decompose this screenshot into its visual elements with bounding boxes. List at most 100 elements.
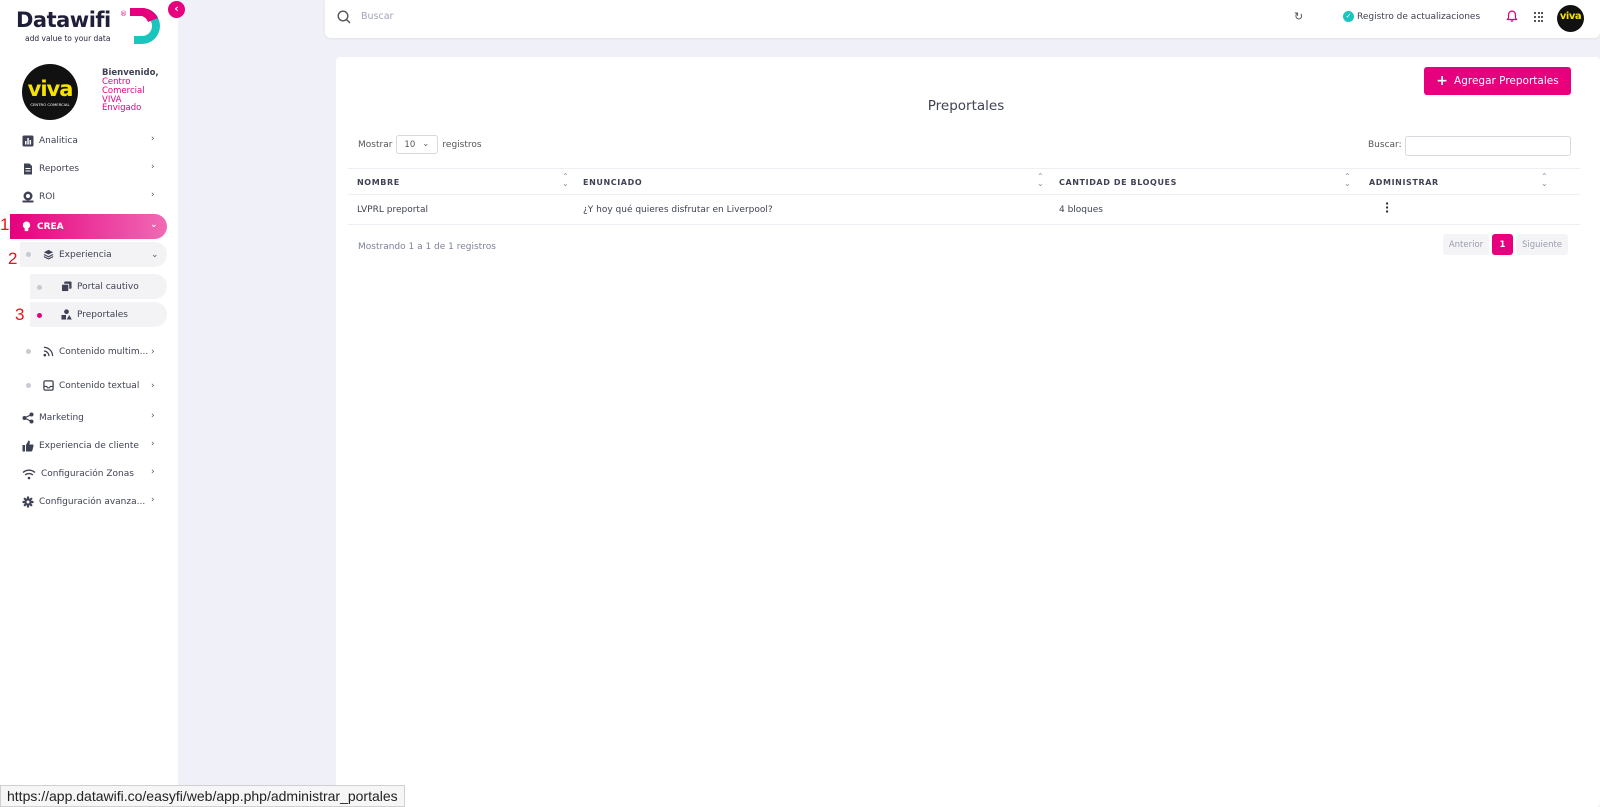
sidebar-item-configuracion-zonas[interactable]: Configuración Zonas	[22, 464, 134, 484]
chevron-right-icon: ›	[151, 467, 155, 477]
update-log-label: Registro de actualizaciones	[1357, 11, 1481, 22]
page-size-select[interactable]: 10 ⌄	[396, 135, 439, 154]
sidebar-item-marketing[interactable]: Marketing	[22, 408, 84, 428]
sidebar-item-label: Contenido textual	[59, 380, 140, 391]
browser-status-url: https://app.datawifi.co/easyfi/web/app.p…	[0, 785, 405, 807]
row-actions-kebab-icon[interactable]: · · ·	[1385, 198, 1389, 217]
bell-icon[interactable]	[1505, 9, 1519, 23]
cell-enunciado: ¿Y hoy qué quieres disfrutar en Liverpoo…	[583, 205, 773, 215]
cell-cantidad: 4 bloques	[1059, 205, 1103, 215]
bullet-dot	[26, 383, 31, 388]
sidebar-item-label: Marketing	[39, 413, 84, 423]
copy-icon	[61, 281, 72, 292]
page-title: Preportales	[927, 98, 1005, 114]
sidebar-item-experiencia[interactable]: Experiencia	[43, 249, 112, 260]
chevron-right-icon: ›	[151, 439, 155, 449]
user-avatar[interactable]: viva	[1557, 5, 1584, 32]
datawifi-logo[interactable]: Datawifi ® add value to your data	[16, 6, 166, 48]
sidebar-collapse-button[interactable]: ‹	[168, 1, 185, 18]
sort-icon[interactable]: ⌃ ⌄	[562, 173, 569, 188]
money-icon	[22, 191, 34, 203]
sidebar-item-label: Portal cautivo	[77, 281, 139, 292]
sidebar-item-label: CREA	[37, 221, 64, 232]
document-icon	[24, 163, 32, 175]
update-log-link[interactable]: ✓ Registro de actualizaciones	[1343, 11, 1480, 22]
avatar-logo-text: viva	[27, 77, 74, 101]
sidebar-item-label: Analitica	[39, 136, 78, 146]
brand-tagline: add value to your data	[25, 34, 111, 43]
sidebar-item-crea[interactable]: CREA ⌄	[10, 214, 167, 239]
layers-icon	[43, 249, 54, 260]
pagination-page-button[interactable]: 1	[1492, 234, 1513, 255]
share-icon	[22, 412, 34, 424]
sidebar-item-label: ROI	[39, 192, 55, 202]
sidebar-item-experiencia-cliente[interactable]: Experiencia de cliente	[22, 436, 139, 456]
column-header-nombre[interactable]: NOMBRE	[357, 178, 400, 187]
add-preportales-button[interactable]: + Agregar Preportales	[1424, 67, 1571, 95]
annotation-1: 1	[0, 215, 10, 234]
thumbs-up-icon	[22, 440, 34, 452]
pagination-prev-button[interactable]: Anterior	[1443, 234, 1489, 255]
sidebar-item-label: Preportales	[77, 309, 128, 320]
main-card: + Agregar Preportales Preportales Mostra…	[336, 57, 1600, 807]
table-search-input[interactable]	[1405, 136, 1571, 156]
profile-block: viva CENTRO COMERCIAL Bienvenido, Centro…	[22, 64, 172, 120]
sort-icon[interactable]: ⌃ ⌄	[1037, 173, 1044, 188]
page-size-value: 10	[404, 139, 416, 150]
chevron-right-icon: ›	[151, 190, 155, 200]
sidebar-item-label: Experiencia de cliente	[39, 441, 139, 451]
table-info: Mostrando 1 a 1 de 1 registros	[358, 242, 496, 252]
chevron-right-icon: ›	[151, 162, 155, 172]
topbar: Buscar ↻ ✓ Registro de actualizaciones v…	[325, 0, 1600, 38]
sidebar-item-roi[interactable]: ROI	[22, 187, 55, 207]
inbox-icon	[43, 380, 54, 391]
sidebar-item-contenido-multimedia[interactable]: Contenido multim...	[43, 346, 148, 357]
records-label: registros	[442, 139, 482, 150]
chevron-right-icon: ›	[151, 495, 155, 505]
chevron-right-icon: ›	[151, 134, 155, 144]
column-header-administrar[interactable]: ADMINISTRAR	[1369, 178, 1439, 187]
sidebar-item-portal-cautivo[interactable]: Portal cautivo	[61, 281, 139, 292]
apps-grid-icon[interactable]	[1534, 12, 1544, 22]
bullet-dot	[26, 349, 31, 354]
sidebar-item-label: Configuración avanza...	[39, 497, 146, 507]
sidebar-item-reportes[interactable]: Reportes	[22, 159, 79, 179]
sidebar: Datawifi ® add value to your data viva C…	[0, 0, 178, 807]
column-header-enunciado[interactable]: ENUNCIADO	[583, 178, 642, 187]
column-header-cantidad[interactable]: CANTIDAD DE BLOQUES	[1059, 178, 1177, 187]
sidebar-item-label: Configuración Zonas	[41, 469, 134, 479]
chevron-down-icon: ⌄	[422, 139, 430, 148]
avatar-logo-text: viva	[1559, 11, 1582, 22]
sidebar-item-label: Contenido multim...	[59, 346, 149, 357]
table-row: LVPRL preportal ¿Y hoy qué quieres disfr…	[348, 195, 1580, 225]
add-button-label: Agregar Preportales	[1454, 75, 1559, 87]
avatar-logo-subtext: CENTRO COMERCIAL	[30, 102, 70, 107]
bullet-dot	[26, 252, 31, 257]
sidebar-item-configuracion-avanzada[interactable]: Configuración avanza...	[22, 492, 145, 512]
top-search-input[interactable]: Buscar	[361, 11, 393, 22]
sort-icon[interactable]: ⌃ ⌄	[1541, 173, 1548, 188]
sidebar-item-preportales[interactable]: Preportales	[61, 309, 128, 320]
pagination-next-button[interactable]: Siguiente	[1516, 234, 1568, 255]
search-icon[interactable]	[337, 10, 351, 24]
sidebar-item-analitica[interactable]: Analitica	[22, 131, 78, 151]
shapes-icon	[61, 309, 72, 320]
chevron-down-icon: ⌄	[151, 250, 159, 260]
plus-icon: +	[1436, 73, 1449, 89]
pagination: Anterior 1 Siguiente	[1443, 234, 1568, 255]
profile-name: Centro Comercial VIVA Envigado	[102, 77, 145, 114]
sidebar-item-label: Experiencia	[59, 249, 112, 260]
chevron-down-icon: ⌄	[150, 220, 158, 230]
brand-name: Datawifi	[16, 8, 111, 32]
chevron-right-icon: ›	[151, 347, 155, 357]
profile-avatar[interactable]: viva CENTRO COMERCIAL	[22, 64, 78, 120]
sort-icon[interactable]: ⌃ ⌄	[1344, 173, 1351, 188]
refresh-icon[interactable]: ↻	[1294, 10, 1303, 23]
annotation-3: 3	[15, 305, 25, 324]
sidebar-item-label: Reportes	[39, 164, 80, 174]
sidebar-item-contenido-textual[interactable]: Contenido textual	[43, 380, 139, 391]
page-size-control: Mostrar 10 ⌄ registros	[358, 135, 482, 154]
rss-icon	[43, 346, 54, 357]
gear-icon	[22, 496, 34, 508]
check-circle-icon: ✓	[1343, 11, 1354, 22]
